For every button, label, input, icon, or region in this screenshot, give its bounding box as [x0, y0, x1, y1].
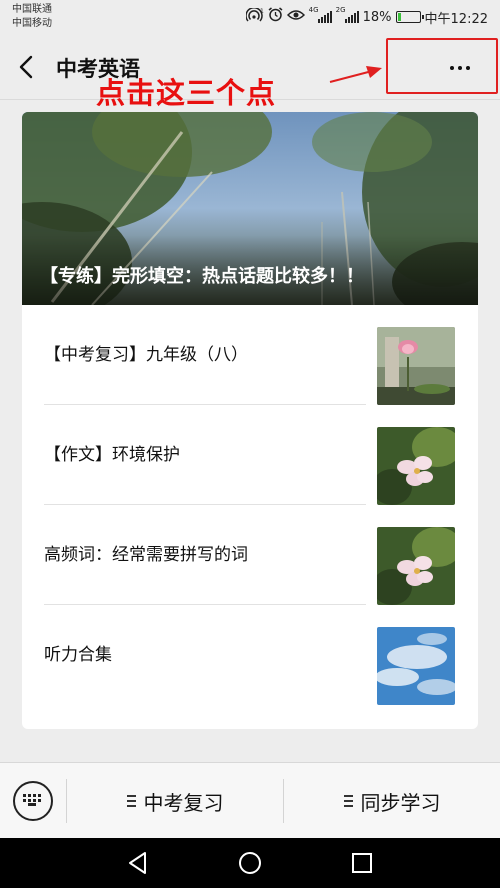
list-item[interactable]: 听力合集 [22, 605, 478, 705]
article-title: 听力合集 [44, 645, 112, 665]
list-item[interactable]: 高频词：经常需要拼写的词 [22, 505, 478, 605]
battery-fill [397, 13, 402, 21]
cover-article[interactable]: 【专练】完形填空：热点话题比较多！！ [22, 112, 478, 305]
status-bar: 中国联通 中国移动 1 4G 2G 18% 中午12:22 [0, 0, 500, 34]
annotation-arrow-icon [329, 66, 382, 83]
network-type-2: 2G [335, 6, 346, 14]
triangle-back-icon [129, 852, 146, 874]
blue-sky-clouds-image [377, 627, 455, 705]
square-recents-icon [352, 853, 372, 873]
nav-back-button[interactable] [124, 849, 152, 877]
carrier-label-1: 中国联通 [12, 4, 52, 15]
system-nav-bar [0, 838, 500, 888]
hotspot-icon: 1 [244, 6, 264, 27]
pink-blossom-image [377, 527, 455, 605]
signal-icon-1: 4G [309, 7, 332, 23]
annotation-text: 点击这三个点 [96, 76, 277, 110]
menu-icon [343, 795, 353, 807]
menu-icon [126, 795, 136, 807]
keyboard-icon [23, 794, 43, 808]
cover-title: 【专练】完形填空：热点话题比较多！！ [40, 266, 364, 287]
list-item[interactable]: 【作文】环境保护 [22, 405, 478, 505]
menu-item-sync-study[interactable]: 同步学习 [284, 763, 500, 839]
list-item[interactable]: 【中考复习】九年级（八） [22, 305, 478, 405]
network-type-1: 4G [308, 6, 319, 14]
back-button[interactable] [14, 54, 40, 80]
lotus-flower-image [377, 327, 455, 405]
menu-item-review[interactable]: 中考复习 [67, 763, 283, 839]
article-card: 【专练】完形填空：热点话题比较多！！ 【中考复习】九年级（八） 【作文】环境保护 [22, 112, 478, 729]
status-icons: 1 4G 2G 18% 中午12:22 [244, 6, 488, 27]
battery-percent: 18% [362, 9, 392, 25]
eye-icon [286, 9, 305, 26]
svg-text:1: 1 [260, 8, 264, 15]
clock: 中午12:22 [424, 11, 488, 27]
article-title: 高频词：经常需要拼写的词 [44, 545, 248, 565]
menu-item-label: 同步学习 [360, 790, 441, 815]
pink-blossom-image [377, 427, 455, 505]
annotation-highlight-box [386, 38, 498, 94]
carrier-label-2: 中国移动 [12, 18, 52, 29]
keyboard-toggle-button[interactable] [13, 781, 53, 821]
signal-icon-2: 2G [336, 7, 359, 23]
alarm-clock-icon [268, 7, 283, 27]
bottom-menu: 中考复习 同步学习 [0, 762, 500, 838]
nav-recents-button[interactable] [348, 849, 376, 877]
article-title: 【作文】环境保护 [44, 445, 180, 465]
battery-icon [395, 11, 424, 23]
menu-item-label: 中考复习 [143, 790, 224, 815]
article-title: 【中考复习】九年级（八） [44, 345, 248, 365]
chevron-left-icon [19, 55, 33, 79]
nav-home-button[interactable] [236, 849, 264, 877]
circle-home-icon [239, 852, 261, 874]
